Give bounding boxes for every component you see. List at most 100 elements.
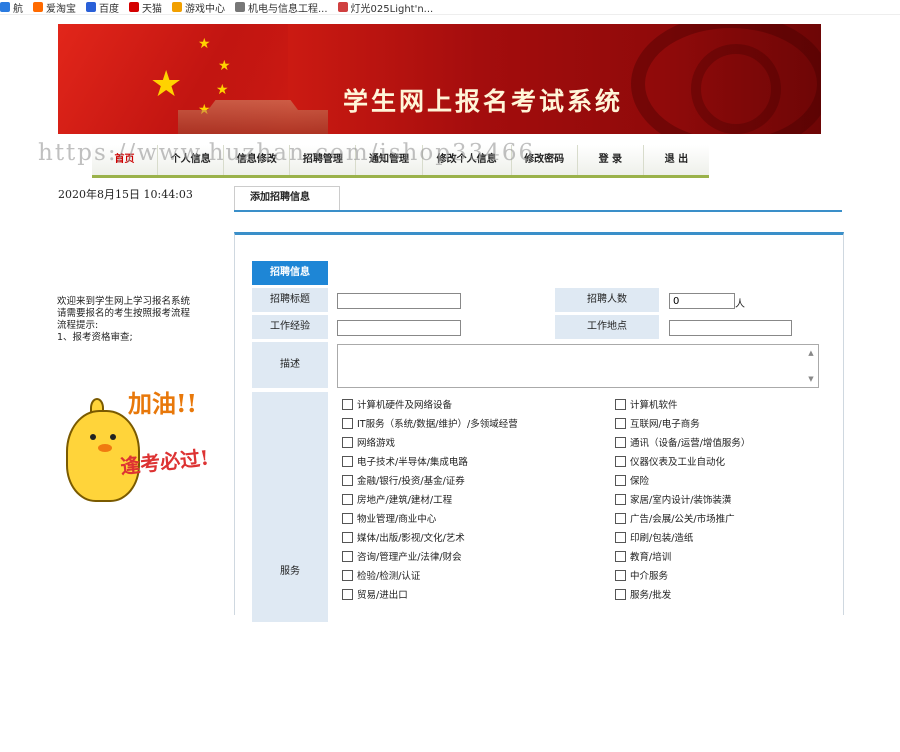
scroll-up-icon[interactable]: ▲	[806, 349, 816, 357]
bookmark-favicon-icon	[0, 2, 10, 12]
service-option[interactable]: 服务/批发	[615, 587, 671, 601]
service-option-label: 家居/室内设计/装饰装潢	[630, 495, 732, 506]
nav-home[interactable]: 首页	[92, 145, 159, 175]
service-checkbox[interactable]	[615, 493, 626, 505]
bookmark-item[interactable]: 爱淘宝	[33, 0, 76, 15]
service-option[interactable]: 教育/培训	[615, 549, 671, 563]
service-option[interactable]: IT服务（系统/数据/维护）/多领域经营	[342, 416, 518, 430]
scroll-down-icon[interactable]: ▼	[806, 375, 816, 383]
service-option[interactable]: 贸易/进出口	[342, 587, 408, 601]
service-option[interactable]: 金融/银行/投资/基金/证券	[342, 473, 465, 487]
service-option-label: 贸易/进出口	[357, 590, 408, 601]
service-option[interactable]: 印刷/包装/造纸	[615, 530, 693, 544]
bookmark-favicon-icon	[33, 2, 43, 12]
experience-label: 工作经验	[252, 315, 328, 339]
nav-info-edit[interactable]: 信息修改	[224, 145, 291, 175]
service-option[interactable]: 中介服务	[615, 568, 668, 582]
service-checkbox[interactable]	[342, 531, 353, 543]
bookmark-favicon-icon	[86, 2, 96, 12]
service-checkbox[interactable]	[615, 474, 626, 486]
service-option[interactable]: 通讯（设备/运营/增值服务）	[615, 435, 750, 449]
service-option[interactable]: 咨询/管理产业/法律/财会	[342, 549, 462, 563]
service-checkbox[interactable]	[342, 436, 353, 448]
bookmark-item[interactable]: 百度	[86, 0, 119, 14]
service-option[interactable]: 家居/室内设计/装饰装潢	[615, 492, 731, 506]
service-checkbox[interactable]	[615, 398, 626, 410]
service-checkbox[interactable]	[615, 531, 626, 543]
site-banner: ★ ★ ★ ★ ★ 学生网上报名考试系统	[58, 24, 821, 134]
service-checkbox[interactable]	[342, 493, 353, 505]
location-input[interactable]	[669, 320, 792, 336]
tab-bar: 添加招聘信息	[234, 186, 842, 212]
bookmark-label: 爱淘宝	[46, 3, 76, 15]
nav-login[interactable]: 登 录	[578, 145, 644, 175]
bookmark-favicon-icon	[172, 2, 182, 12]
chick-eye	[110, 434, 116, 440]
description-label: 描述	[252, 342, 328, 388]
service-checkbox[interactable]	[615, 588, 626, 600]
service-option[interactable]: 网络游戏	[342, 435, 395, 449]
chick-beak	[98, 444, 112, 452]
service-checkbox[interactable]	[342, 455, 353, 467]
service-checkbox[interactable]	[342, 569, 353, 581]
service-option[interactable]: 物业管理/商业中心	[342, 511, 436, 525]
bookmark-item[interactable]: 天猫	[129, 0, 162, 14]
bookmark-favicon-icon	[235, 2, 245, 12]
flag-star-icon: ★	[198, 36, 211, 52]
service-checkbox[interactable]	[342, 512, 353, 524]
section-recruitment-info[interactable]: 招聘信息	[252, 261, 328, 285]
service-option-label: 房地产/建筑/建材/工程	[357, 495, 453, 506]
service-checkbox[interactable]	[615, 417, 626, 429]
service-checkbox[interactable]	[342, 474, 353, 486]
title-input[interactable]	[337, 293, 461, 309]
service-checkbox[interactable]	[342, 550, 353, 562]
current-datetime: 2020年8月15日 10:44:03	[58, 188, 193, 201]
bookmark-label: 航	[13, 3, 23, 15]
service-option[interactable]: 广告/会展/公关/市场推广	[615, 511, 735, 525]
nav-edit-profile[interactable]: 修改个人信息	[423, 145, 512, 175]
service-option-label: 检验/检测/认证	[357, 571, 421, 582]
service-option[interactable]: 互联网/电子商务	[615, 416, 700, 430]
service-checkbox[interactable]	[615, 569, 626, 581]
service-option[interactable]: 检验/检测/认证	[342, 568, 420, 582]
service-option[interactable]: 仪器仪表及工业自动化	[615, 454, 725, 468]
service-option[interactable]: 保险	[615, 473, 649, 487]
bookmark-item[interactable]: 灯光025Light'n...	[337, 0, 433, 14]
nav-logout[interactable]: 退 出	[644, 145, 709, 175]
bookmark-item[interactable]: 航	[0, 0, 23, 15]
service-checkbox[interactable]	[342, 588, 353, 600]
cheer-image: 加油!! 逢考必过!	[58, 380, 218, 510]
flag-star-icon: ★	[218, 58, 231, 74]
service-checkbox[interactable]	[342, 398, 353, 410]
service-option[interactable]: 计算机软件	[615, 397, 678, 411]
bookmark-item[interactable]: 机电与信息工程...	[235, 0, 328, 14]
description-textarea[interactable]: ▲ ▼	[337, 344, 819, 388]
welcome-line: 1、报考资格审查;	[57, 332, 133, 343]
nav-personal-info[interactable]: 个人信息	[158, 145, 225, 175]
nav-notice-manage[interactable]: 通知管理	[356, 145, 423, 175]
nav-change-password[interactable]: 修改密码	[512, 145, 578, 175]
location-label: 工作地点	[555, 315, 659, 339]
service-label: 服务	[252, 392, 328, 622]
welcome-line: 流程提示:	[57, 320, 99, 331]
service-option-label: 网络游戏	[357, 438, 396, 449]
service-checkbox[interactable]	[615, 436, 626, 448]
service-option[interactable]: 媒体/出版/影视/文化/艺术	[342, 530, 465, 544]
service-checkbox[interactable]	[615, 512, 626, 524]
welcome-marquee: 欢迎来到学生网上学习报名系统 请需要报名的考生按照报考流程 流程提示: 1、报考…	[57, 296, 207, 344]
count-input[interactable]	[669, 293, 735, 309]
service-option-label: 电子技术/半导体/集成电路	[357, 457, 468, 468]
service-checkbox[interactable]	[615, 550, 626, 562]
service-checkbox[interactable]	[615, 455, 626, 467]
bookmark-item[interactable]: 游戏中心	[172, 0, 225, 14]
tab-add-recruitment[interactable]: 添加招聘信息	[234, 186, 340, 210]
service-option[interactable]: 电子技术/半导体/集成电路	[342, 454, 468, 468]
service-checkbox[interactable]	[342, 417, 353, 429]
service-option-label: 金融/银行/投资/基金/证券	[357, 476, 465, 487]
service-option[interactable]: 计算机硬件及网络设备	[342, 397, 452, 411]
experience-input[interactable]	[337, 320, 461, 336]
service-option-label: 物业管理/商业中心	[357, 514, 437, 525]
welcome-line: 请需要报名的考生按照报考流程	[57, 308, 191, 319]
nav-recruit-manage[interactable]: 招聘管理	[290, 145, 357, 175]
service-option[interactable]: 房地产/建筑/建材/工程	[342, 492, 452, 506]
